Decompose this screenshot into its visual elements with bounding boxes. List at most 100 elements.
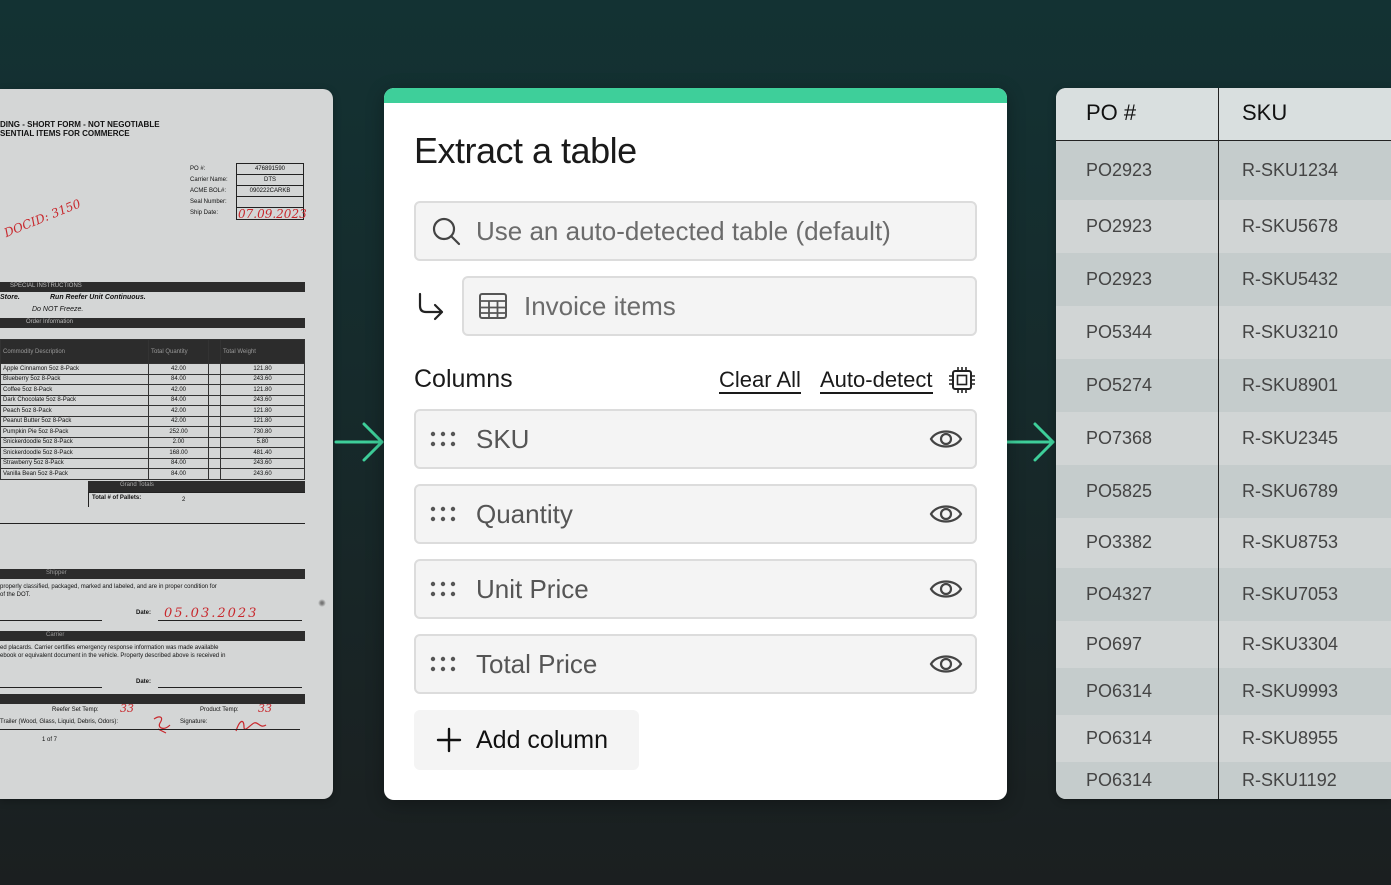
handwritten-date: 05.03.2023 [164, 606, 259, 621]
cell-po: PO2923 [1086, 268, 1153, 289]
header-sku: SKU [1242, 100, 1288, 125]
cell-sku: R-SKU1192 [1242, 769, 1337, 790]
panel-title: Extract a table [414, 130, 637, 171]
doc-item-wt: 121.80 [220, 384, 305, 396]
eye-icon[interactable] [929, 652, 963, 676]
table-row: PO2923 R-SKU5432 [1056, 253, 1391, 306]
doc-field-label: Carrier Name: [190, 177, 228, 183]
doc-instr-line1: Run Reefer Unit Continuous. [50, 294, 146, 301]
doc-field-label: Seal Number: [190, 199, 227, 205]
doc-signature-label: Signature: [180, 719, 208, 725]
add-column-button[interactable]: Add column [414, 710, 639, 770]
chip-icon[interactable] [948, 366, 976, 394]
doc-item-desc: Strawberry 5oz 8-Pack [0, 457, 149, 469]
eye-icon[interactable] [929, 502, 963, 526]
doc-item-desc: Coffee 5oz 8-Pack [0, 384, 149, 396]
column-row-quantity[interactable]: Quantity [414, 484, 977, 544]
column-name: Unit Price [476, 573, 589, 604]
plus-icon [436, 727, 462, 753]
table-row: PO6314 R-SKU1192 [1056, 762, 1391, 799]
doc-pallets-value: 2 [182, 497, 186, 503]
doc-item-wt: 5.80 [220, 436, 305, 448]
doc-item-qty: 84.00 [148, 457, 209, 469]
search-icon [432, 217, 461, 246]
drag-handle-icon[interactable] [430, 506, 460, 522]
doc-item-desc: Peanut Butter 5oz 8-Pack [0, 415, 149, 427]
cell-po: PO5274 [1086, 374, 1153, 395]
doc-item-row: Peanut Butter 5oz 8-Pack 42.00 121.80 [0, 415, 305, 427]
cell-sku: R-SKU2345 [1242, 427, 1339, 448]
column-row-unit-price[interactable]: Unit Price [414, 559, 977, 619]
doc-shipper-text2: of the DOT. [0, 592, 31, 598]
doc-special-instructions: SPECIAL INSTRUCTIONS [10, 283, 82, 289]
table-search-input[interactable]: Use an auto-detected table (default) [414, 201, 977, 261]
doc-item-qty: 42.00 [148, 405, 209, 417]
cell-po: PO2923 [1086, 215, 1153, 236]
doc-item-desc: Blueberry 5oz 8-Pack [0, 373, 149, 385]
drag-handle-icon[interactable] [430, 656, 460, 672]
column-name: Quantity [476, 498, 573, 529]
cell-sku: R-SKU8753 [1242, 532, 1339, 552]
doc-product-label: Product Temp: [200, 707, 239, 713]
flow-arrow-icon [1005, 422, 1055, 462]
doc-item-desc: Snickerdoodle 5oz 8-Pack [0, 447, 149, 459]
extracted-table: PO2923 R-SKU1234 PO2923 R-SKU5678 PO2923 R-SK… [1056, 88, 1391, 799]
doc-item-desc: Dark Chocolate 5oz 8-Pack [0, 394, 149, 406]
doc-item-wt: 481.40 [220, 447, 305, 459]
cell-po: PO5825 [1086, 480, 1153, 501]
doc-trailer-label: Trailer (Wood, Glass, Liquid, Debris, Od… [0, 719, 119, 725]
panel-accent-bar [384, 88, 1007, 103]
cell-po: PO6314 [1086, 680, 1153, 701]
doc-reefer-label: Reefer Set Temp: [52, 707, 99, 713]
cell-sku: R-SKU1234 [1242, 159, 1339, 180]
doc-item-desc: Peach 5oz 8-Pack [0, 405, 149, 417]
doc-item-qty: 84.00 [148, 394, 209, 406]
doc-instr-line2: Do NOT Freeze. [32, 306, 84, 313]
doc-item-row: Coffee 5oz 8-Pack 42.00 121.80 [0, 384, 305, 396]
cell-sku: R-SKU3304 [1242, 633, 1339, 654]
cell-sku: R-SKU8901 [1242, 374, 1339, 395]
drag-handle-icon[interactable] [430, 581, 460, 597]
table-row: PO2923 R-SKU1234 [1056, 141, 1391, 200]
doc-item-desc: Pumpkin Pie 5oz 8-Pack [0, 426, 149, 438]
doc-items-header: Commodity Description Total Quantity Tot… [0, 339, 305, 364]
extract-table-panel: Extract a table Use an auto-detected tab… [384, 88, 1007, 800]
eye-icon[interactable] [929, 427, 963, 451]
column-row-sku[interactable]: SKU [414, 409, 977, 469]
table-row: PO3382 R-SKU8753 [1056, 518, 1391, 568]
column-row-total-price[interactable]: Total Price [414, 634, 977, 694]
handwritten-reefer-temp: 33 [120, 702, 134, 715]
doc-item-qty: 252.00 [148, 426, 209, 438]
doc-field-value: 090222CARKB [237, 186, 303, 197]
table-row: PO5825 R-SKU6789 [1056, 465, 1391, 518]
handwritten-docid: DOCID: 3150 [2, 196, 83, 240]
clear-all-link[interactable]: Clear All [719, 368, 801, 394]
table-row: PO5274 R-SKU8901 [1056, 359, 1391, 412]
cell-sku: R-SKU7053 [1242, 583, 1339, 604]
doc-order-info: Order Information [26, 319, 74, 325]
column-name: Total Price [476, 648, 598, 679]
eye-icon[interactable] [929, 577, 963, 601]
add-column-label: Add column [476, 725, 609, 754]
doc-item-row: Pumpkin Pie 5oz 8-Pack 252.00 730.80 [0, 426, 305, 438]
doc-item-wt: 121.80 [220, 405, 305, 417]
doc-field-label: Ship Date: [190, 210, 219, 216]
auto-detect-link[interactable]: Auto-detect [820, 368, 933, 394]
table-row: PO6314 R-SKU9993 [1056, 668, 1391, 715]
cell-po: PO697 [1086, 633, 1143, 654]
doc-item-wt: 243.60 [220, 373, 305, 385]
doc-item-wt: 121.80 [220, 363, 305, 375]
selected-table-field[interactable]: Invoice items [462, 276, 977, 336]
doc-item-row: Blueberry 5oz 8-Pack 84.00 243.60 [0, 373, 305, 385]
cell-sku: R-SKU6789 [1242, 480, 1339, 501]
doc-col-desc: Commodity Description [0, 339, 149, 364]
doc-item-row: Peach 5oz 8-Pack 42.00 121.80 [0, 405, 305, 417]
table-row: PO4327 R-SKU7053 [1056, 568, 1391, 621]
doc-item-row: Dark Chocolate 5oz 8-Pack 84.00 243.60 [0, 394, 305, 406]
drag-handle-icon[interactable] [430, 431, 460, 447]
doc-date-label: Date: [136, 610, 152, 616]
table-row: PO697 R-SKU3304 [1056, 621, 1391, 668]
doc-col-total: Total Quantity [148, 339, 209, 364]
cell-sku: R-SKU9993 [1242, 680, 1339, 701]
doc-shipper: Shipper [46, 570, 67, 576]
